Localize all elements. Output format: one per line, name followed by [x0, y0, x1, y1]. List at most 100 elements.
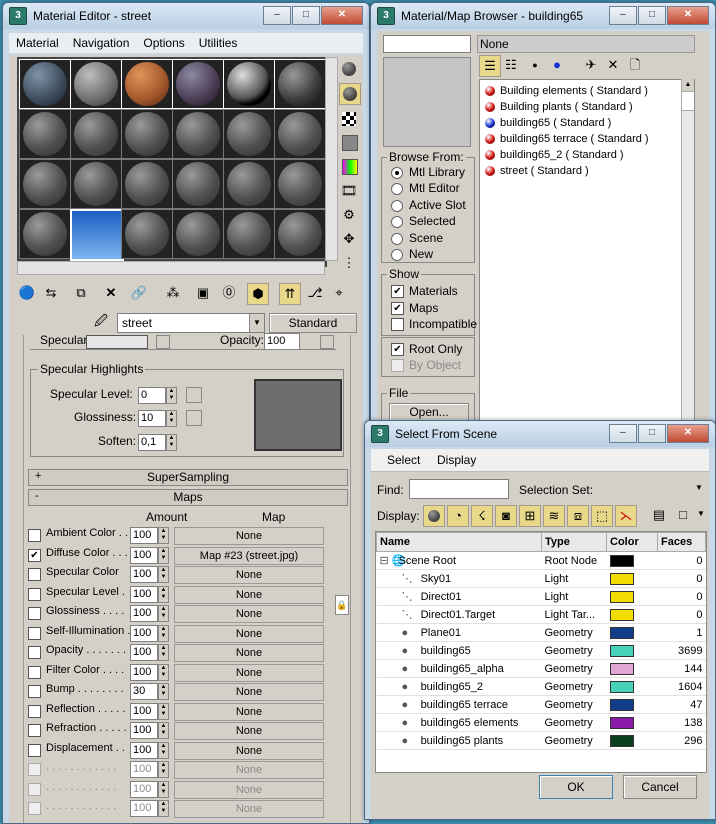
specular-level-arrows[interactable]: ▲ ▼	[166, 387, 177, 404]
cameras-filter-icon[interactable]: ◙	[495, 505, 517, 527]
scene-node-name[interactable]: ⋱ Direct01	[376, 587, 542, 606]
assign-to-selection-icon[interactable]: ⧉	[71, 283, 91, 303]
map-enable-checkbox[interactable]	[28, 587, 41, 601]
map-enable-checkbox[interactable]	[28, 626, 41, 640]
sample-slot[interactable]	[274, 209, 326, 259]
map-slot-button[interactable]: None	[174, 605, 324, 623]
minimize-button[interactable]: –	[609, 424, 637, 443]
menu-navigation[interactable]: Navigation	[66, 36, 137, 50]
material-editor-titlebar[interactable]: 3 Material Editor - street – □ ✕	[3, 3, 369, 29]
map-amount-spinner[interactable]: 100	[130, 624, 158, 642]
sample-slot[interactable]	[19, 209, 71, 259]
specular-lock-button[interactable]	[156, 335, 170, 349]
scene-row[interactable]: ⋱ Sky01 Light 0	[376, 569, 706, 588]
map-enable-checkbox[interactable]	[28, 646, 41, 659]
make-unique-icon[interactable]: 🔗	[129, 283, 149, 303]
map-enable-checkbox[interactable]	[28, 724, 41, 737]
map-slot-button[interactable]: None	[174, 702, 324, 721]
browser-search-input[interactable]	[383, 35, 471, 53]
root-only-checkbox[interactable]: ✔	[391, 343, 404, 356]
slots-horizontal-scrollbar[interactable]	[17, 261, 325, 275]
map-slot-button[interactable]: None	[174, 585, 324, 604]
map-slot-button[interactable]: None	[174, 741, 324, 760]
browse-from-radio[interactable]	[391, 167, 403, 179]
cancel-button[interactable]: Cancel	[623, 775, 697, 799]
list-scrollbar[interactable]: ▲	[681, 79, 694, 421]
opacity-map-button[interactable]	[320, 335, 334, 349]
map-amount-spinner[interactable]: 100	[130, 566, 158, 583]
options-icon[interactable]: ⚙	[339, 205, 359, 225]
scene-node-name[interactable]: ● building65	[376, 641, 542, 660]
map-enable-checkbox[interactable]	[28, 568, 41, 581]
map-slot-button[interactable]: Map #23 (street.jpg)	[174, 546, 324, 565]
spacewarps-filter-icon[interactable]: ≋	[543, 505, 565, 527]
maximize-button[interactable]: □	[638, 6, 666, 25]
column-type[interactable]: Type	[541, 532, 607, 552]
map-amount-spinner[interactable]: 100	[130, 644, 158, 661]
material-list-item[interactable]: building65 terrace ( Standard )	[485, 131, 649, 147]
sample-slot[interactable]	[274, 59, 326, 109]
go-forward-sibling-icon[interactable]: ⎇	[305, 283, 325, 303]
map-slot-button[interactable]: None	[174, 683, 324, 701]
scene-row[interactable]: ● building65_alpha Geometry 144	[376, 659, 706, 678]
sample-slot[interactable]	[274, 109, 326, 159]
view-large-icons-icon[interactable]: ●	[547, 55, 567, 75]
sample-slot[interactable]	[223, 159, 275, 209]
show-checkbox[interactable]: ✔	[391, 285, 404, 298]
column-faces[interactable]: Faces	[657, 532, 706, 552]
geometry-filter-icon[interactable]	[423, 505, 445, 527]
xrefs-filter-icon[interactable]: ⬚	[591, 505, 613, 527]
groups-filter-icon[interactable]: ⧈	[567, 505, 589, 527]
scroll-thumb[interactable]	[682, 92, 694, 111]
chevron-down-icon[interactable]: ▼	[695, 483, 703, 492]
maximize-button[interactable]: □	[292, 6, 320, 25]
map-amount-arrows[interactable]: ▲ ▼	[158, 702, 169, 720]
map-amount-spinner[interactable]: 100	[130, 546, 158, 564]
map-amount-arrows[interactable]: ▲ ▼	[158, 644, 169, 661]
menu-material[interactable]: Material	[9, 36, 66, 50]
sample-slot[interactable]	[172, 109, 224, 159]
select-titlebar[interactable]: 3 Select From Scene – □ ✕	[365, 421, 715, 447]
shapes-filter-icon[interactable]: ◔	[447, 505, 469, 527]
sample-slot[interactable]	[172, 209, 224, 259]
panel-scrollbar[interactable]: 🔒	[335, 595, 349, 615]
go-to-parent-icon[interactable]: ⇈	[279, 283, 301, 305]
ok-button[interactable]: OK	[539, 775, 613, 799]
map-amount-arrows[interactable]: ▲ ▼	[158, 566, 169, 583]
glossiness-spinner[interactable]: 10	[138, 410, 166, 427]
chevron-up-icon[interactable]: ▲	[682, 79, 694, 92]
map-amount-arrows[interactable]: ▲ ▼	[158, 527, 169, 544]
map-amount-spinner[interactable]: 100	[130, 585, 158, 603]
map-slot-button[interactable]: None	[174, 566, 324, 584]
minimize-button[interactable]: –	[263, 6, 291, 25]
map-amount-spinner[interactable]: 100	[130, 605, 158, 622]
map-slot-button[interactable]: None	[174, 527, 324, 545]
maximize-button[interactable]: □	[638, 424, 666, 443]
sample-slot[interactable]	[172, 159, 224, 209]
scene-node-name[interactable]: ● building65 terrace	[376, 695, 542, 714]
material-list-item[interactable]: street ( Standard )	[485, 163, 589, 179]
selection-set-label[interactable]: Selection Set:	[519, 483, 593, 497]
find-input[interactable]	[409, 479, 509, 499]
material-list-item[interactable]: building65 ( Standard )	[485, 115, 611, 131]
video-color-check-icon[interactable]	[342, 159, 358, 175]
map-enable-checkbox[interactable]	[28, 665, 41, 679]
browse-from-radio[interactable]	[391, 232, 403, 245]
scene-row[interactable]: ● building65 terrace Geometry 47	[376, 695, 706, 714]
specular-color-swatch[interactable]	[86, 335, 148, 349]
slots-vertical-scrollbar[interactable]	[325, 57, 338, 261]
sample-slot[interactable]	[172, 59, 224, 109]
close-button[interactable]: ✕	[667, 424, 709, 443]
material-list-item[interactable]: Building plants ( Standard )	[485, 99, 633, 115]
select-by-material-icon[interactable]: ✥	[339, 229, 359, 249]
show-checkbox[interactable]	[391, 318, 404, 331]
map-amount-spinner[interactable]: 100	[130, 527, 158, 544]
backlight-icon[interactable]	[339, 83, 361, 105]
scene-row[interactable]: ⋱ Direct01 Light 0	[376, 587, 706, 606]
get-material-icon[interactable]: 🔵	[17, 283, 37, 303]
sample-slot[interactable]	[223, 209, 275, 259]
scene-row[interactable]: ● building65 plants Geometry 296	[376, 731, 706, 750]
sample-slot[interactable]	[70, 59, 122, 109]
display-none-icon[interactable]: □	[673, 505, 693, 525]
map-enable-checkbox[interactable]	[28, 685, 41, 698]
